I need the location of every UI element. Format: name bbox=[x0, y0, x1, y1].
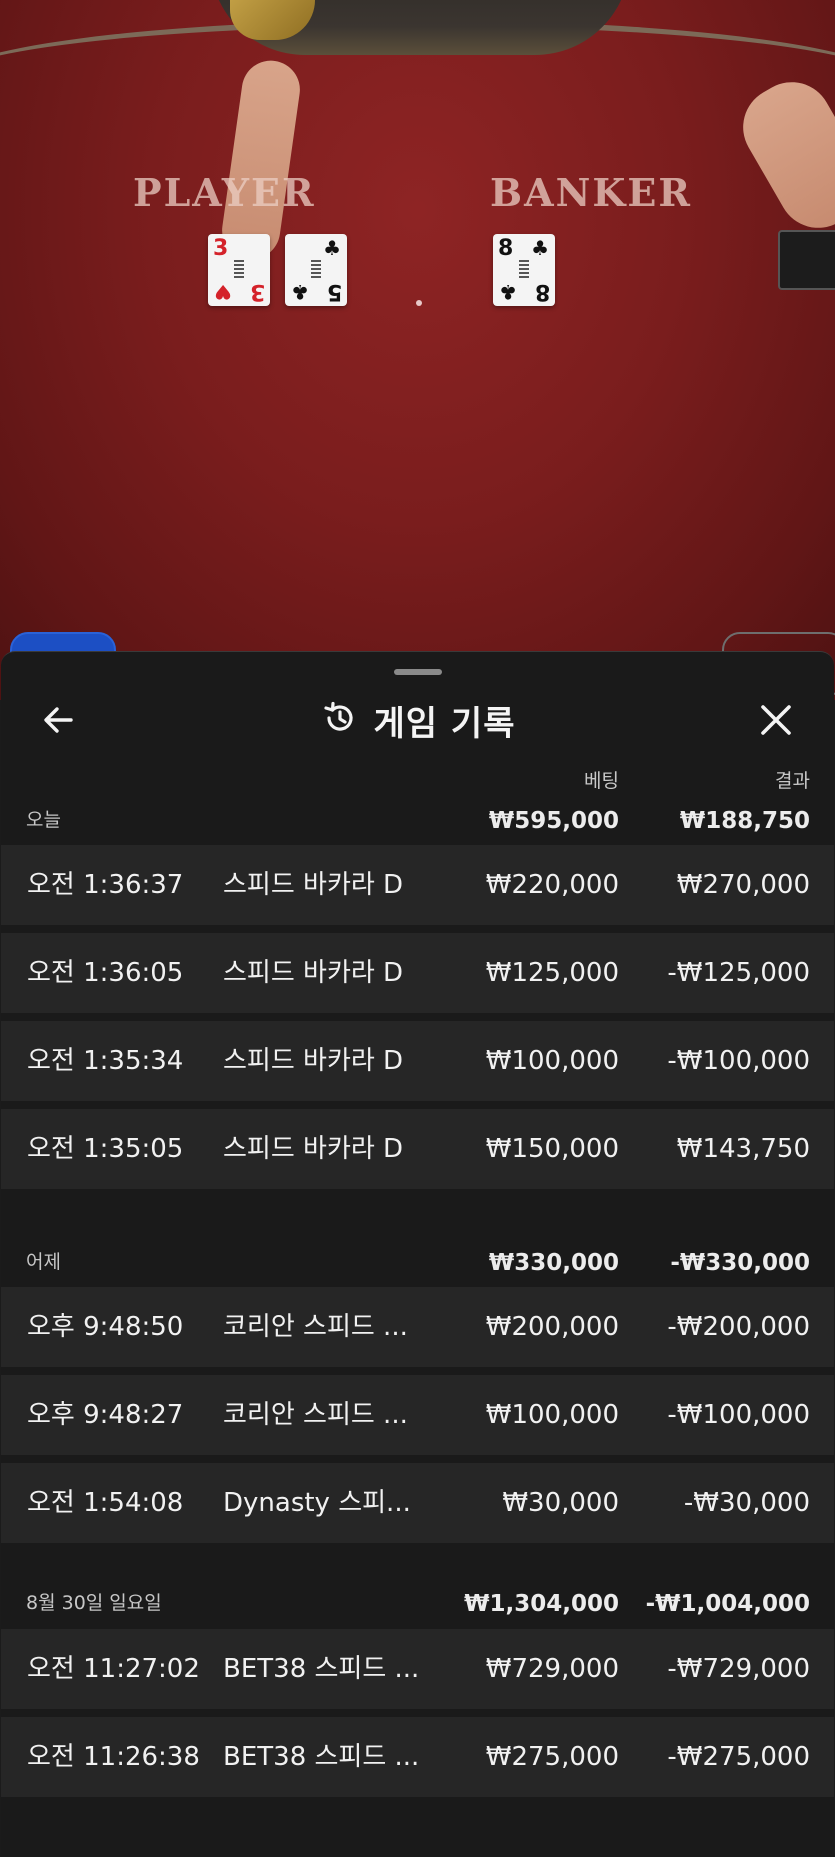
group-result-total: ₩188,750 bbox=[679, 808, 810, 834]
arrow-left-icon bbox=[44, 707, 73, 733]
row-result: ₩143,750 bbox=[676, 1134, 810, 1164]
group-result-total: -₩330,000 bbox=[670, 1250, 810, 1276]
row-time: 오전 1:36:37 bbox=[27, 870, 184, 900]
close-icon bbox=[761, 705, 791, 735]
group-label: 8월 30일 일요일 bbox=[26, 1592, 162, 1614]
row-bet: ₩150,000 bbox=[485, 1134, 619, 1164]
row-time: 오전 1:35:34 bbox=[27, 1046, 184, 1076]
player-card-2: ♣ 5 ♣ bbox=[285, 234, 347, 306]
close-button[interactable] bbox=[754, 698, 798, 742]
row-game: 스피드 바카라 D bbox=[223, 1134, 404, 1164]
result-column-header: 결과 bbox=[775, 770, 810, 792]
row-bet: ₩100,000 bbox=[485, 1046, 619, 1076]
history-row[interactable]: 오전 11:27:02 BET38 스피드 ... ₩729,000 -₩729… bbox=[1, 1629, 834, 1709]
group-header-today: 오늘 ₩595,000 ₩188,750 bbox=[1, 800, 834, 834]
row-game: Dynasty 스피... bbox=[223, 1488, 411, 1518]
row-game: BET38 스피드 ... bbox=[223, 1742, 420, 1772]
history-row[interactable]: 오후 9:48:27 코리안 스피드 ... ₩100,000 -₩100,00… bbox=[1, 1375, 834, 1455]
row-result: -₩275,000 bbox=[667, 1742, 810, 1772]
row-time: 오후 9:48:50 bbox=[27, 1312, 184, 1342]
row-bet: ₩729,000 bbox=[485, 1654, 619, 1684]
history-row[interactable]: 오전 1:54:08 Dynasty 스피... ₩30,000 -₩30,00… bbox=[1, 1463, 834, 1543]
player-area-label: PLAYER bbox=[133, 170, 316, 215]
group-header-aug30: 8월 30일 일요일 ₩1,304,000 -₩1,004,000 bbox=[1, 1583, 834, 1617]
row-time: 오전 11:27:02 bbox=[27, 1654, 200, 1684]
sheet-header: 게임 기록 bbox=[1, 692, 834, 748]
row-result: -₩200,000 bbox=[667, 1312, 810, 1342]
row-result: ₩270,000 bbox=[676, 870, 810, 900]
row-bet: ₩100,000 bbox=[485, 1400, 619, 1430]
banker-card-1: 8 ♣ 8 ♣ bbox=[493, 234, 555, 306]
row-result: -₩125,000 bbox=[667, 958, 810, 988]
title-group: 게임 기록 bbox=[1, 692, 834, 748]
history-row[interactable]: 오전 1:35:34 스피드 바카라 D ₩100,000 -₩100,000 bbox=[1, 1021, 834, 1101]
row-game: 스피드 바카라 D bbox=[223, 1046, 404, 1076]
player-card-1: 3 3 ♥ bbox=[208, 234, 270, 306]
group-label: 오늘 bbox=[26, 809, 61, 831]
live-video-feed: PLAYER BANKER 3 3 ♥ ♣ 5 ♣ 8 ♣ 8 ♣ bbox=[0, 0, 835, 700]
group-label: 어제 bbox=[26, 1251, 61, 1273]
game-history-sheet: 게임 기록 베팅 결과 오늘 ₩595,000 ₩188,750 오전 1:36… bbox=[1, 651, 834, 1857]
group-header-yesterday: 어제 ₩330,000 -₩330,000 bbox=[1, 1242, 834, 1276]
history-row[interactable]: 오전 1:35:05 스피드 바카라 D ₩150,000 ₩143,750 bbox=[1, 1109, 834, 1189]
row-game: 코리안 스피드 ... bbox=[223, 1400, 408, 1430]
row-bet: ₩200,000 bbox=[485, 1312, 619, 1342]
row-game: 스피드 바카라 D bbox=[223, 958, 404, 988]
history-row[interactable]: 오전 11:26:38 BET38 스피드 ... ₩275,000 -₩275… bbox=[1, 1717, 834, 1797]
group-result-total: -₩1,004,000 bbox=[645, 1591, 810, 1617]
history-row[interactable]: 오전 1:36:37 스피드 바카라 D ₩220,000 ₩270,000 bbox=[1, 845, 834, 925]
row-result: -₩100,000 bbox=[667, 1046, 810, 1076]
group-bet-total: ₩1,304,000 bbox=[464, 1591, 619, 1617]
row-game: BET38 스피드 ... bbox=[223, 1654, 420, 1684]
row-game: 스피드 바카라 D bbox=[223, 870, 404, 900]
table-marker-dot bbox=[416, 300, 422, 306]
row-bet: ₩125,000 bbox=[485, 958, 619, 988]
row-bet: ₩30,000 bbox=[502, 1488, 619, 1518]
row-time: 오전 11:26:38 bbox=[27, 1742, 200, 1772]
row-time: 오전 1:36:05 bbox=[27, 958, 184, 988]
banker-area-label: BANKER bbox=[490, 170, 692, 215]
row-time: 오후 9:48:27 bbox=[27, 1400, 184, 1430]
row-result: -₩100,000 bbox=[667, 1400, 810, 1430]
history-row[interactable]: 오후 9:48:50 코리안 스피드 ... ₩200,000 -₩200,00… bbox=[1, 1287, 834, 1367]
row-bet: ₩275,000 bbox=[485, 1742, 619, 1772]
history-icon bbox=[320, 698, 360, 742]
row-time: 오전 1:35:05 bbox=[27, 1134, 184, 1164]
row-game: 코리안 스피드 ... bbox=[223, 1312, 408, 1342]
drag-handle[interactable] bbox=[394, 669, 442, 675]
row-time: 오전 1:54:08 bbox=[27, 1488, 184, 1518]
history-row[interactable]: 오전 1:36:05 스피드 바카라 D ₩125,000 -₩125,000 bbox=[1, 933, 834, 1013]
sheet-title: 게임 기록 bbox=[373, 703, 516, 744]
row-result: -₩30,000 bbox=[683, 1488, 810, 1518]
row-result: -₩729,000 bbox=[667, 1654, 810, 1684]
row-bet: ₩220,000 bbox=[485, 870, 619, 900]
column-headers: 베팅 결과 bbox=[1, 766, 834, 792]
back-button[interactable] bbox=[37, 698, 81, 742]
card-shoe bbox=[778, 230, 835, 290]
bet-column-header: 베팅 bbox=[584, 770, 619, 792]
group-bet-total: ₩595,000 bbox=[488, 808, 619, 834]
group-bet-total: ₩330,000 bbox=[488, 1250, 619, 1276]
